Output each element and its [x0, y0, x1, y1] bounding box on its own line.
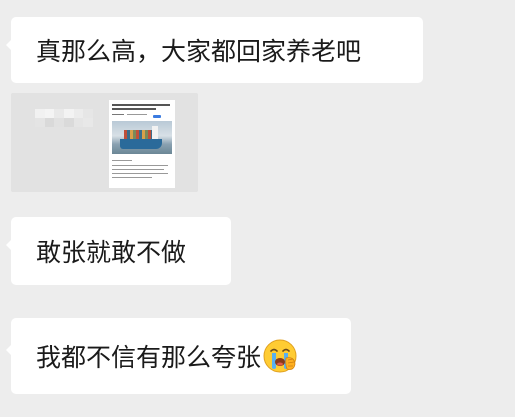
- thumbnail-body-line: [112, 173, 168, 174]
- ship-hull: [120, 139, 162, 149]
- shared-article-card[interactable]: [11, 93, 198, 192]
- chat-message-bubble[interactable]: 真那么高，大家都回家养老吧: [6, 17, 423, 83]
- thumbnail-badge: [153, 115, 161, 118]
- thumbnail-meta: [127, 114, 147, 115]
- bubble-tail: [6, 344, 12, 356]
- thumbnail-body-line: [112, 165, 168, 166]
- message-text: 我都不信有那么夸张: [36, 343, 262, 372]
- thumbnail-meta: [112, 114, 124, 115]
- ship-bridge: [152, 126, 158, 139]
- message-text: 敢张就敢不做: [36, 238, 187, 267]
- thumbnail-caption: [112, 160, 132, 161]
- container-ship-photo: [112, 121, 172, 154]
- chat-message-bubble[interactable]: 敢张就敢不做: [6, 217, 231, 285]
- message-text: 真那么高，大家都回家养老吧: [36, 37, 362, 66]
- thumbnail-body-line: [112, 177, 152, 178]
- loudly-crying-face-icon: [263, 339, 297, 373]
- thumbnail-body-line: [112, 169, 164, 170]
- bubble-tail: [6, 39, 12, 51]
- article-thumbnail[interactable]: [109, 100, 175, 188]
- thumbnail-headline: [112, 108, 156, 110]
- thumbnail-headline: [112, 104, 170, 106]
- bubble-tail: [6, 239, 12, 251]
- chat-message-bubble[interactable]: 我都不信有那么夸张: [6, 318, 351, 394]
- blurred-sender-name: [35, 109, 93, 127]
